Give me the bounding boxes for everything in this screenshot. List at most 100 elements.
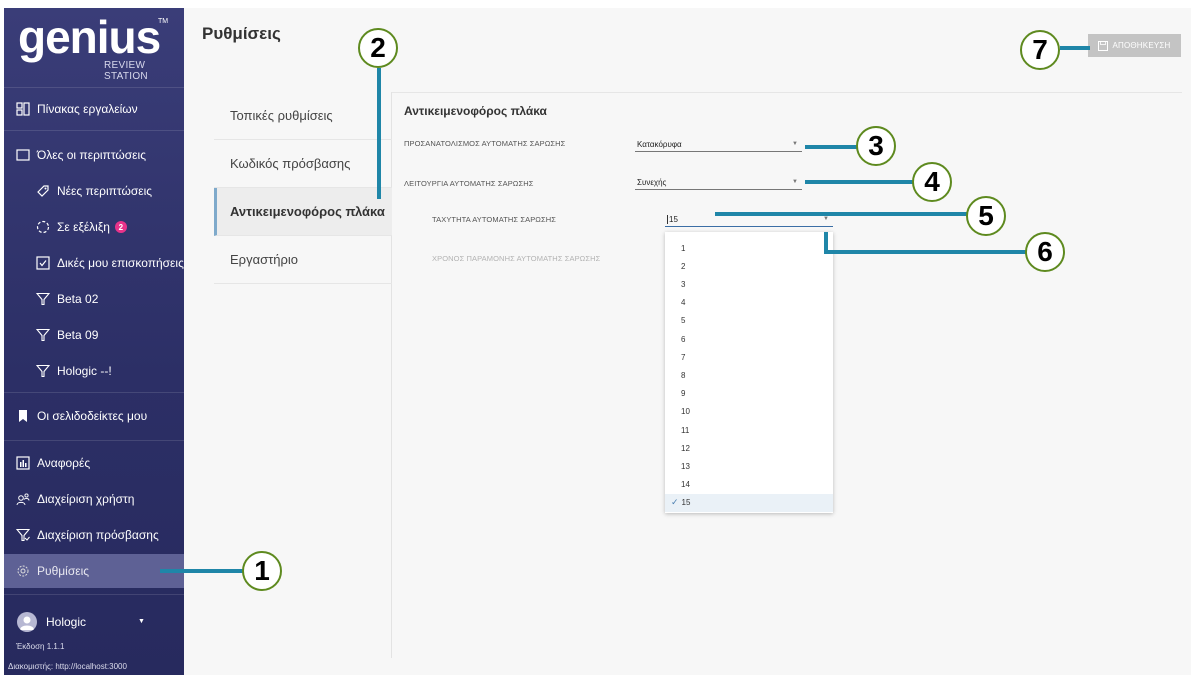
filter-icon xyxy=(35,291,51,307)
sidebar-item-settings[interactable]: Ρυθμίσεις xyxy=(4,554,184,588)
sidebar-item-reports[interactable]: Αναφορές xyxy=(4,446,184,480)
reports-icon xyxy=(15,455,31,471)
sidebar-item-all-cases[interactable]: Όλες οι περιπτώσεις xyxy=(4,138,184,172)
dropdown-option[interactable]: 6 xyxy=(665,330,833,348)
avatar[interactable] xyxy=(17,612,37,632)
access-filter-icon xyxy=(15,527,31,543)
logo-word: genius xyxy=(18,11,161,63)
callout-4: 4 xyxy=(912,162,952,202)
sidebar-item-label: Διαχείριση χρήστη xyxy=(37,492,135,506)
dropdown-option[interactable]: 2 xyxy=(665,257,833,275)
sidebar-item-access-management[interactable]: Διαχείριση πρόσβασης xyxy=(4,518,184,552)
logo-subtitle: REVIEW STATION xyxy=(104,60,148,82)
sidebar-item-label: Πίνακας εργαλείων xyxy=(37,102,138,116)
user-name[interactable]: Hologic xyxy=(46,615,86,629)
callout-leader xyxy=(824,250,1026,254)
dropdown-option[interactable]: 9 xyxy=(665,385,833,403)
progress-icon xyxy=(35,219,51,235)
dropdown-option[interactable]: 5 xyxy=(665,312,833,330)
sidebar-divider xyxy=(4,392,184,393)
sidebar-item-label: Σε εξέλιξη xyxy=(57,220,110,234)
tag-icon xyxy=(35,183,51,199)
save-button-label: ΑΠΟΘΗΚΕΥΣΗ xyxy=(1112,41,1171,50)
submenu-slide[interactable]: Αντικειμενοφόρος πλάκα xyxy=(214,188,392,236)
sidebar-item-label: Νέες περιπτώσεις xyxy=(57,184,153,198)
dropdown-option[interactable]: 3 xyxy=(665,275,833,293)
dropdown-option[interactable]: 12 xyxy=(665,439,833,457)
checkbox-icon xyxy=(35,255,51,271)
callout-5: 5 xyxy=(966,196,1006,236)
checkmark-icon: ✓ xyxy=(671,497,679,508)
dropdown-option[interactable]: 7 xyxy=(665,348,833,366)
dropdown-option[interactable]: 13 xyxy=(665,457,833,475)
folder-icon xyxy=(15,147,31,163)
page-title: Ρυθμίσεις xyxy=(202,24,281,43)
bookmark-icon xyxy=(15,408,31,424)
dropdown-option[interactable]: 1 xyxy=(665,239,833,257)
sidebar-item-beta-02[interactable]: Beta 02 xyxy=(4,282,184,316)
dashboard-icon xyxy=(15,101,31,117)
callout-leader xyxy=(1060,46,1090,50)
select-value: 15 xyxy=(667,215,678,224)
field-label-scan-orientation: ΠΡΟΣΑΝΑΤΟΛΙΣΜΟΣ ΑΥΤΟΜΑΤΗΣ ΣΑΡΩΣΗΣ xyxy=(404,139,566,148)
select-value: Κατακόρυφα xyxy=(637,140,682,149)
sidebar-item-in-progress[interactable]: Σε εξέλιξη 2 xyxy=(4,210,184,244)
settings-submenu: Τοπικές ρυθμίσεις Κωδικός πρόσβασης Αντι… xyxy=(214,92,392,658)
sidebar-item-bookmarks[interactable]: Οι σελιδοδείκτες μου xyxy=(4,399,184,433)
save-button[interactable]: ΑΠΟΘΗΚΕΥΣΗ xyxy=(1088,34,1181,57)
sidebar-item-user-management[interactable]: Διαχείριση χρήστη xyxy=(4,482,184,516)
sidebar-item-label: Όλες οι περιπτώσεις xyxy=(37,148,146,162)
dropdown-option[interactable]: 4 xyxy=(665,294,833,312)
caret-down-icon[interactable]: ▼ xyxy=(138,618,145,625)
scan-orientation-select[interactable]: Κατακόρυφα ▼ xyxy=(635,138,802,152)
submenu-label: Εργαστήριο xyxy=(230,252,298,267)
dropdown-option[interactable]: 10 xyxy=(665,403,833,421)
sidebar-item-label: Ρυθμίσεις xyxy=(37,564,90,578)
sidebar-item-label: Διαχείριση πρόσβασης xyxy=(37,528,159,542)
submenu-local-settings[interactable]: Τοπικές ρυθμίσεις xyxy=(214,92,392,140)
submenu-label: Κωδικός πρόσβασης xyxy=(230,156,351,171)
sidebar-item-hologic[interactable]: Hologic --! xyxy=(4,354,184,388)
caret-down-icon: ▼ xyxy=(792,141,798,147)
submenu-label: Αντικειμενοφόρος πλάκα xyxy=(230,204,385,219)
field-label-scan-mode: ΛΕΙΤΟΥΡΓΙΑ ΑΥΤΟΜΑΤΗΣ ΣΑΡΩΣΗΣ xyxy=(404,179,534,188)
dropdown-option[interactable]: 8 xyxy=(665,366,833,384)
server-text: Διακομιστής: http://localhost:3000 xyxy=(8,662,127,671)
users-icon xyxy=(15,491,31,507)
callout-leader xyxy=(805,180,913,184)
filter-icon xyxy=(35,363,51,379)
submenu-password[interactable]: Κωδικός πρόσβασης xyxy=(214,140,392,188)
sidebar-item-label: Beta 09 xyxy=(57,328,99,342)
callout-leader xyxy=(715,212,968,216)
gear-icon xyxy=(15,563,31,579)
scan-mode-select[interactable]: Συνεχής ▼ xyxy=(635,176,802,190)
dropdown-option[interactable]: 11 xyxy=(665,421,833,439)
sidebar-divider xyxy=(4,440,184,441)
sidebar: genius TM REVIEW STATION Πίνακας εργαλεί… xyxy=(4,8,184,675)
callout-leader xyxy=(805,145,857,149)
filter-icon xyxy=(35,327,51,343)
sidebar-item-my-reviews[interactable]: Δικές μου επισκοπήσεις xyxy=(4,246,184,280)
caret-down-icon: ▼ xyxy=(792,179,798,185)
select-value: Συνεχής xyxy=(637,178,667,187)
submenu-laboratory[interactable]: Εργαστήριο xyxy=(214,236,392,284)
save-icon xyxy=(1098,40,1109,51)
content-divider xyxy=(392,92,1182,93)
section-title: Αντικειμενοφόρος πλάκα xyxy=(404,104,547,118)
callout-leader xyxy=(160,569,248,573)
sidebar-item-label: Beta 02 xyxy=(57,292,99,306)
sidebar-divider xyxy=(4,594,184,595)
callout-7: 7 xyxy=(1020,30,1060,70)
dropdown-option-selected[interactable]: ✓ 15 xyxy=(665,493,833,512)
callout-1: 1 xyxy=(242,551,282,591)
field-label-scan-speed: ΤΑΧΥΤΗΤΑ ΑΥΤΟΜΑΤΗΣ ΣΑΡΩΣΗΣ xyxy=(432,215,556,224)
callout-6: 6 xyxy=(1025,232,1065,272)
callout-leader xyxy=(377,68,381,199)
scan-speed-dropdown: 1 2 3 4 5 6 7 8 9 10 11 12 13 14 ✓ 15 xyxy=(665,232,833,513)
count-badge: 2 xyxy=(114,221,127,233)
sidebar-item-new-cases[interactable]: Νέες περιπτώσεις xyxy=(4,174,184,208)
sidebar-item-dashboard[interactable]: Πίνακας εργαλείων xyxy=(4,92,184,126)
logo-tm: TM xyxy=(158,18,169,25)
sidebar-item-beta-09[interactable]: Beta 09 xyxy=(4,318,184,352)
dropdown-option[interactable]: 14 xyxy=(665,476,833,494)
